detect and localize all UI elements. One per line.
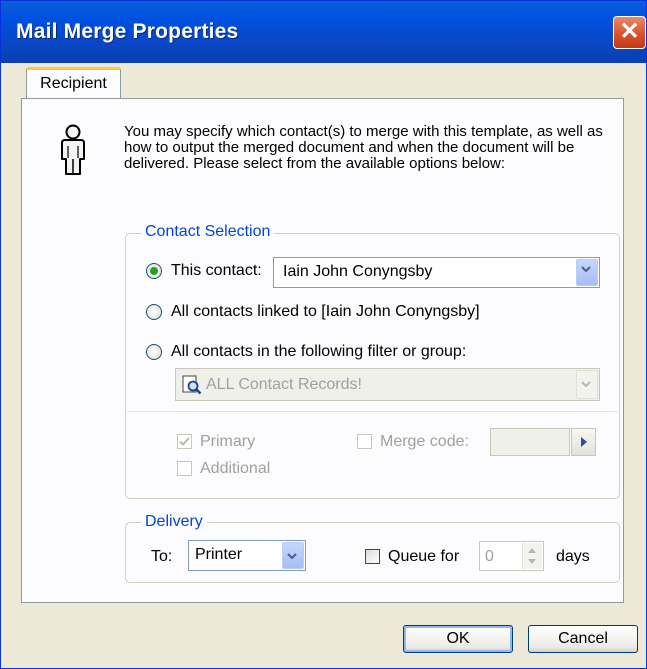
intro-text: You may specify which contact(s) to merg… [124, 123, 603, 172]
close-icon: ✕ [619, 18, 640, 45]
queue-days-spinner[interactable]: 0 [479, 541, 544, 571]
filter-group-label[interactable]: All contacts in the following filter or … [171, 343, 466, 361]
additional-label[interactable]: Additional [200, 460, 270, 478]
tab-recipient[interactable]: Recipient [26, 67, 121, 99]
person-icon [61, 124, 85, 175]
this-contact-value: Iain John Conyngsby [283, 263, 433, 280]
linked-contacts-label[interactable]: All contacts linked to [Iain John Conyng… [171, 303, 480, 321]
this-contact-combo[interactable]: Iain John Conyngsby [273, 257, 600, 288]
delivery-to-dropdown-button[interactable] [282, 542, 304, 569]
magnifier-icon [182, 375, 202, 395]
spin-down-icon [528, 559, 536, 564]
primary-checkbox[interactable] [177, 434, 192, 449]
merge-code-input[interactable] [490, 428, 570, 456]
window-title: Mail Merge Properties [16, 20, 239, 43]
ok-button[interactable]: OK [403, 625, 513, 653]
delivery-to-value: Printer [195, 546, 243, 563]
arrow-right-icon [581, 437, 587, 447]
delivery-title: Delivery [141, 513, 207, 531]
merge-code-label[interactable]: Merge code: [380, 433, 469, 451]
delivery-to-label: To: [151, 548, 173, 565]
chevron-down-icon [581, 266, 591, 272]
filter-group-radio[interactable] [146, 344, 162, 360]
mail-merge-dialog: Mail Merge Properties ✕ Recipient You ma… [0, 0, 647, 669]
primary-label[interactable]: Primary [200, 433, 255, 451]
linked-contacts-radio[interactable] [146, 304, 162, 320]
filter-group-dropdown-button[interactable] [576, 370, 598, 399]
this-contact-dropdown-button[interactable] [576, 259, 598, 286]
contact-selection-title: Contact Selection [141, 223, 275, 241]
merge-code-browse-button[interactable] [571, 428, 596, 456]
queue-days-value: 0 [485, 548, 494, 565]
chevron-down-icon [581, 381, 591, 387]
this-contact-radio[interactable] [146, 263, 162, 279]
filter-group-value: ALL Contact Records! [206, 376, 362, 393]
cancel-button[interactable]: Cancel [528, 625, 638, 653]
queue-label[interactable]: Queue for [388, 548, 459, 566]
merge-code-checkbox[interactable] [357, 434, 372, 449]
queue-checkbox[interactable] [365, 549, 380, 564]
checkmark-icon [179, 437, 190, 446]
separator [127, 411, 618, 412]
this-contact-label[interactable]: This contact: [171, 262, 262, 280]
additional-checkbox[interactable] [177, 461, 192, 476]
delivery-to-combo[interactable]: Printer [188, 540, 306, 571]
days-label: days [556, 548, 590, 565]
spin-up-icon [528, 548, 536, 553]
title-bar[interactable]: Mail Merge Properties ✕ [1, 1, 646, 63]
filter-group-combo[interactable]: ALL Contact Records! [175, 368, 600, 401]
spin-buttons[interactable] [522, 543, 542, 569]
close-button[interactable]: ✕ [613, 16, 646, 49]
chevron-down-icon [287, 553, 297, 559]
